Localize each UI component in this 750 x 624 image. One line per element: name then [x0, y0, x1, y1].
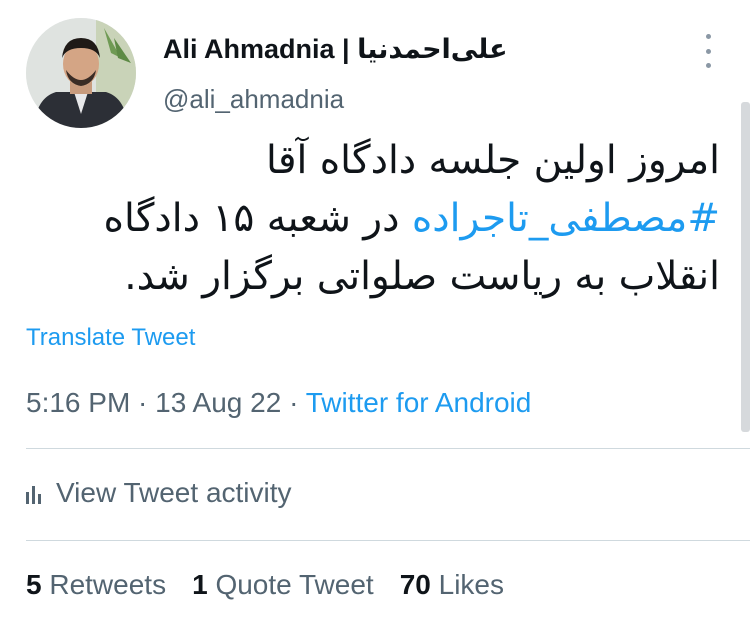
tweet-line-1: امروز اولین جلسه دادگاه آقا	[265, 138, 720, 183]
author-handle[interactable]: @ali_ahmadnia	[163, 84, 344, 115]
author-display-name[interactable]: Ali Ahmadnia | علی‌احمدنیا	[163, 34, 508, 65]
retweets-stat[interactable]: 5 Retweets	[26, 569, 166, 601]
tweet-time[interactable]: 5:16 PM	[26, 387, 130, 418]
meta-separator: ·	[130, 387, 156, 418]
quote-tweets-count: 1	[192, 569, 208, 600]
more-vertical-icon[interactable]	[698, 34, 718, 68]
hashtag-link[interactable]: #مصطفی_تاجراده	[412, 196, 720, 241]
tweet-text: امروز اولین جلسه دادگاه آقا #مصطفی_تاجرا…	[80, 132, 720, 306]
quote-tweets-stat[interactable]: 1 Quote Tweet	[192, 569, 374, 601]
meta-separator: ·	[281, 387, 306, 418]
view-tweet-activity-button[interactable]: View Tweet activity	[26, 477, 292, 509]
author-avatar[interactable]	[26, 18, 136, 128]
likes-count: 70	[399, 569, 431, 600]
retweets-count: 5	[26, 569, 42, 600]
tweet-line-2-text: در شعبه ۱۵ دادگاه	[103, 196, 412, 241]
quote-tweets-label: Quote Tweet	[215, 569, 374, 600]
tweet-line-2: #مصطفی_تاجراده در شعبه ۱۵ دادگاه	[80, 190, 720, 248]
tweet-source-link[interactable]: Twitter for Android	[306, 387, 532, 418]
retweets-label: Retweets	[49, 569, 167, 600]
bar-chart-icon	[26, 486, 41, 504]
likes-label: Likes	[438, 569, 505, 600]
scrollbar[interactable]	[741, 102, 750, 432]
tweet-line-3: انقلاب به ریاست صلواتی برگزار شد.	[124, 254, 720, 299]
tweet-meta: 5:16 PM · 13 Aug 22 · Twitter for Androi…	[26, 387, 531, 419]
translate-tweet-link[interactable]: Translate Tweet	[26, 324, 195, 352]
tweet-stats: 5 Retweets 1 Quote Tweet 70 Likes	[26, 569, 504, 601]
tweet-date[interactable]: 13 Aug 22	[155, 387, 281, 418]
likes-stat[interactable]: 70 Likes	[400, 569, 504, 601]
view-tweet-activity-label: View Tweet activity	[56, 477, 292, 508]
divider	[26, 448, 750, 449]
divider	[26, 540, 750, 541]
